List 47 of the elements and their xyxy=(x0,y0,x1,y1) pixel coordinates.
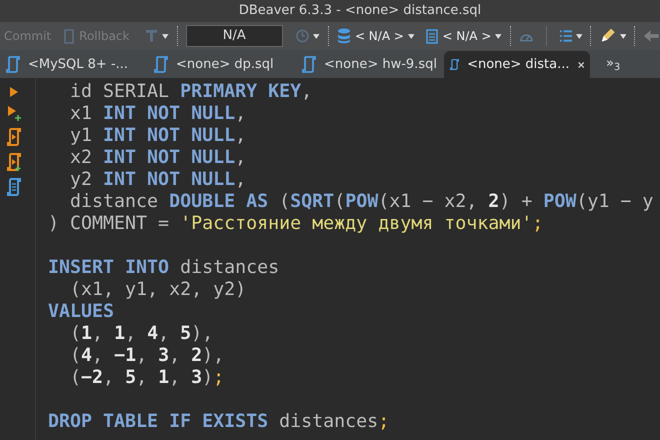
caret-icon[interactable] xyxy=(162,34,169,38)
code-line: (1, 1, 4, 5), xyxy=(69,323,214,345)
code-line: x2 INT NOT NULL, xyxy=(69,147,246,169)
script-add-icon[interactable] xyxy=(6,153,22,171)
list-icon[interactable] xyxy=(558,29,572,43)
schema-selector[interactable]: < N/A > xyxy=(426,27,492,45)
editor-tab[interactable]: <MySQL 8+ -... xyxy=(0,51,148,78)
window-title: DBeaver 6.3.3 - <none> distance.sql xyxy=(238,2,482,20)
code-line: (−2, 5, 1, 3); xyxy=(69,367,224,389)
caret-icon[interactable] xyxy=(620,34,626,38)
editor-tab[interactable]: <none> dista... xyxy=(444,51,590,78)
editor-tab[interactable]: <none> hw-9.sql xyxy=(296,51,444,78)
script-icon xyxy=(450,56,460,73)
caret-icon[interactable] xyxy=(313,34,320,38)
play-icon[interactable] xyxy=(8,86,18,98)
code-line: y1 INT NOT NULL, xyxy=(69,125,246,147)
tab-label: <none> dp.sql xyxy=(176,56,274,74)
script-run-icon[interactable] xyxy=(6,128,22,146)
code-line: x1 INT NOT NULL, xyxy=(69,103,246,125)
code-line: VALUES xyxy=(48,301,114,323)
datasource-selector[interactable]: < N/A > xyxy=(336,27,404,45)
rollback-icon xyxy=(63,28,76,44)
transaction-field[interactable]: N/A xyxy=(186,25,283,47)
script-icon xyxy=(154,56,168,73)
script-list-icon[interactable] xyxy=(6,178,22,196)
code-line: (4, −1, 3, 2), xyxy=(69,345,224,367)
script-icon xyxy=(6,56,20,73)
editor-tab[interactable]: <none> dp.sql xyxy=(148,51,296,78)
code-line: distance DOUBLE AS (SQRT(POW(x1 − x2, 2) + POW(y1 − y xyxy=(69,191,654,213)
database-icon xyxy=(336,28,351,44)
code-line: y2 INT NOT NULL, xyxy=(69,169,246,191)
caret-icon[interactable] xyxy=(408,34,414,38)
tab-label: <none> dista... xyxy=(467,56,570,74)
code-line: INSERT INTO distances xyxy=(48,257,280,279)
document-icon xyxy=(426,28,438,44)
script-icon xyxy=(302,56,316,73)
caret-icon[interactable] xyxy=(576,34,582,38)
code-line: id SERIAL PRIMARY KEY, xyxy=(69,81,312,103)
tab-label: <MySQL 8+ -... xyxy=(28,56,128,74)
code-line: DROP TABLE IF EXISTS distances; xyxy=(48,411,390,433)
code-line: ) COMMENT = 'Расстояние между двумя точками'; xyxy=(48,213,544,235)
tab-overflow-count[interactable]: »$_{3}$ xyxy=(606,54,620,74)
code-line: (x1, y1, x2, y2) xyxy=(69,279,246,301)
close-icon[interactable] xyxy=(578,60,584,70)
caret-icon[interactable] xyxy=(495,34,502,38)
tab-label: <none> hw-9.sql xyxy=(324,56,437,74)
play-add-icon[interactable] xyxy=(6,105,20,121)
